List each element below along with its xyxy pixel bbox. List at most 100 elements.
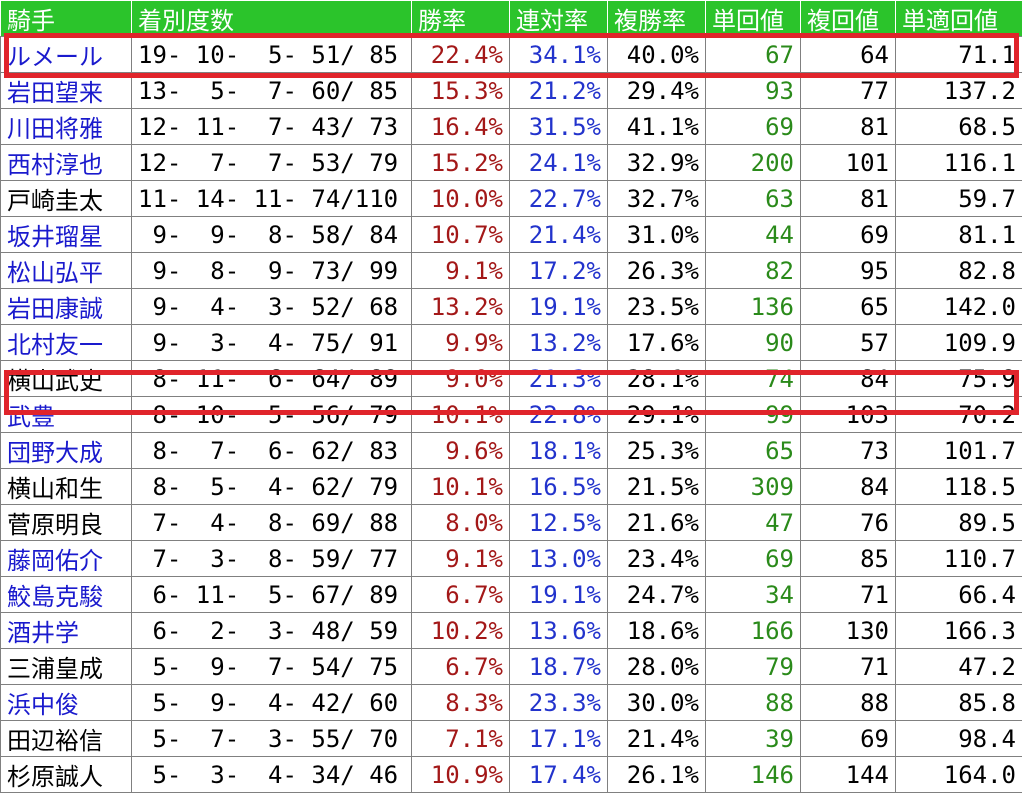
tan-value-cell: 88 <box>706 685 801 721</box>
fuku-value-cell: 73 <box>801 433 896 469</box>
table-row: 三浦皇成 5- 9- 7- 54/ 756.7%18.7%28.0%797147… <box>1 649 1022 685</box>
win-rate-cell: 9.9% <box>412 325 510 361</box>
tekio-value-cell: 98.4 <box>896 721 1022 757</box>
table-row: 西村淳也12- 7- 7- 53/ 7915.2%24.1%32.9%20010… <box>1 145 1022 181</box>
record-cell: 6- 11- 5- 67/ 89 <box>132 577 412 613</box>
table-row: 浜中俊 5- 9- 4- 42/ 608.3%23.3%30.0%888885.… <box>1 685 1022 721</box>
header-record[interactable]: 着別度数 <box>132 1 412 37</box>
tan-value-cell: 136 <box>706 289 801 325</box>
header-ren-rate[interactable]: 連対率 <box>510 1 608 37</box>
record-cell: 6- 2- 3- 48/ 59 <box>132 613 412 649</box>
fuku-value-cell: 130 <box>801 613 896 649</box>
tekio-value-cell: 59.7 <box>896 181 1022 217</box>
fuku-value-cell: 65 <box>801 289 896 325</box>
tekio-value-cell: 82.8 <box>896 253 1022 289</box>
jockey-name[interactable]: 北村友一 <box>1 325 132 361</box>
jockey-name[interactable]: 川田将雅 <box>1 109 132 145</box>
header-tan-value[interactable]: 単回値 <box>706 1 801 37</box>
record-cell: 8- 10- 5- 56/ 79 <box>132 397 412 433</box>
ren-rate-cell: 18.1% <box>510 433 608 469</box>
table-row: 田辺裕信 5- 7- 3- 55/ 707.1%17.1%21.4%396998… <box>1 721 1022 757</box>
jockey-stats-table: 騎手 着別度数 勝率 連対率 複勝率 単回値 複回値 単適回値 ルメール19- … <box>0 0 1022 793</box>
table-row: 坂井瑠星 9- 9- 8- 58/ 8410.7%21.4%31.0%44698… <box>1 217 1022 253</box>
table-row: 松山弘平 9- 8- 9- 73/ 999.1%17.2%26.3%829582… <box>1 253 1022 289</box>
tan-value-cell: 63 <box>706 181 801 217</box>
header-fuku-value[interactable]: 複回値 <box>801 1 896 37</box>
table-row: 岩田望来13- 5- 7- 60/ 8515.3%21.2%29.4%93771… <box>1 73 1022 109</box>
fuku-value-cell: 71 <box>801 649 896 685</box>
jockey-name: 横山武史 <box>1 361 132 397</box>
fuku-value-cell: 84 <box>801 469 896 505</box>
tan-value-cell: 166 <box>706 613 801 649</box>
jockey-name[interactable]: 浜中俊 <box>1 685 132 721</box>
fuku-rate-cell: 28.0% <box>608 649 706 685</box>
tekio-value-cell: 116.1 <box>896 145 1022 181</box>
header-fuku-rate[interactable]: 複勝率 <box>608 1 706 37</box>
tekio-value-cell: 166.3 <box>896 613 1022 649</box>
fuku-rate-cell: 21.6% <box>608 505 706 541</box>
win-rate-cell: 22.4% <box>412 37 510 73</box>
jockey-name[interactable]: 酒井学 <box>1 613 132 649</box>
table-row: 酒井学 6- 2- 3- 48/ 5910.2%13.6%18.6%166130… <box>1 613 1022 649</box>
fuku-rate-cell: 40.0% <box>608 37 706 73</box>
ren-rate-cell: 13.0% <box>510 541 608 577</box>
jockey-name[interactable]: 松山弘平 <box>1 253 132 289</box>
tan-value-cell: 146 <box>706 757 801 793</box>
fuku-rate-cell: 21.4% <box>608 721 706 757</box>
win-rate-cell: 6.7% <box>412 577 510 613</box>
jockey-name[interactable]: ルメール <box>1 37 132 73</box>
record-cell: 8- 5- 4- 62/ 79 <box>132 469 412 505</box>
fuku-rate-cell: 23.5% <box>608 289 706 325</box>
table-row: 北村友一 9- 3- 4- 75/ 919.9%13.2%17.6%905710… <box>1 325 1022 361</box>
jockey-name[interactable]: 藤岡佑介 <box>1 541 132 577</box>
tekio-value-cell: 89.5 <box>896 505 1022 541</box>
table-row: ルメール19- 10- 5- 51/ 8522.4%34.1%40.0%6764… <box>1 37 1022 73</box>
jockey-name: 田辺裕信 <box>1 721 132 757</box>
tekio-value-cell: 85.8 <box>896 685 1022 721</box>
record-cell: 19- 10- 5- 51/ 85 <box>132 37 412 73</box>
record-cell: 9- 3- 4- 75/ 91 <box>132 325 412 361</box>
tekio-value-cell: 109.9 <box>896 325 1022 361</box>
jockey-name[interactable]: 西村淳也 <box>1 145 132 181</box>
jockey-name: 横山和生 <box>1 469 132 505</box>
ren-rate-cell: 17.1% <box>510 721 608 757</box>
header-win-rate[interactable]: 勝率 <box>412 1 510 37</box>
fuku-value-cell: 103 <box>801 397 896 433</box>
tekio-value-cell: 81.1 <box>896 217 1022 253</box>
tekio-value-cell: 137.2 <box>896 73 1022 109</box>
jockey-name[interactable]: 岩田康誠 <box>1 289 132 325</box>
tan-value-cell: 47 <box>706 505 801 541</box>
tan-value-cell: 34 <box>706 577 801 613</box>
fuku-value-cell: 81 <box>801 181 896 217</box>
win-rate-cell: 8.0% <box>412 505 510 541</box>
table-row: 横山武史 8- 11- 6- 64/ 899.0%21.3%28.1%74847… <box>1 361 1022 397</box>
record-cell: 5- 7- 3- 55/ 70 <box>132 721 412 757</box>
record-cell: 8- 7- 6- 62/ 83 <box>132 433 412 469</box>
ren-rate-cell: 19.1% <box>510 577 608 613</box>
header-jockey[interactable]: 騎手 <box>1 1 132 37</box>
tan-value-cell: 67 <box>706 37 801 73</box>
table-row: 岩田康誠 9- 4- 3- 52/ 6813.2%19.1%23.5%13665… <box>1 289 1022 325</box>
jockey-name[interactable]: 岩田望来 <box>1 73 132 109</box>
fuku-value-cell: 77 <box>801 73 896 109</box>
header-tekio-value[interactable]: 単適回値 <box>896 1 1022 37</box>
tan-value-cell: 39 <box>706 721 801 757</box>
fuku-rate-cell: 41.1% <box>608 109 706 145</box>
record-cell: 9- 8- 9- 73/ 99 <box>132 253 412 289</box>
ren-rate-cell: 24.1% <box>510 145 608 181</box>
jockey-name[interactable]: 武豊 <box>1 397 132 433</box>
ren-rate-cell: 31.5% <box>510 109 608 145</box>
ren-rate-cell: 21.2% <box>510 73 608 109</box>
tan-value-cell: 69 <box>706 109 801 145</box>
jockey-name[interactable]: 団野大成 <box>1 433 132 469</box>
record-cell: 7- 3- 8- 59/ 77 <box>132 541 412 577</box>
jockey-name[interactable]: 鮫島克駿 <box>1 577 132 613</box>
fuku-rate-cell: 29.4% <box>608 73 706 109</box>
jockey-name: 三浦皇成 <box>1 649 132 685</box>
fuku-value-cell: 95 <box>801 253 896 289</box>
win-rate-cell: 9.6% <box>412 433 510 469</box>
jockey-name[interactable]: 坂井瑠星 <box>1 217 132 253</box>
jockey-name: 杉原誠人 <box>1 757 132 793</box>
win-rate-cell: 9.1% <box>412 253 510 289</box>
record-cell: 13- 5- 7- 60/ 85 <box>132 73 412 109</box>
